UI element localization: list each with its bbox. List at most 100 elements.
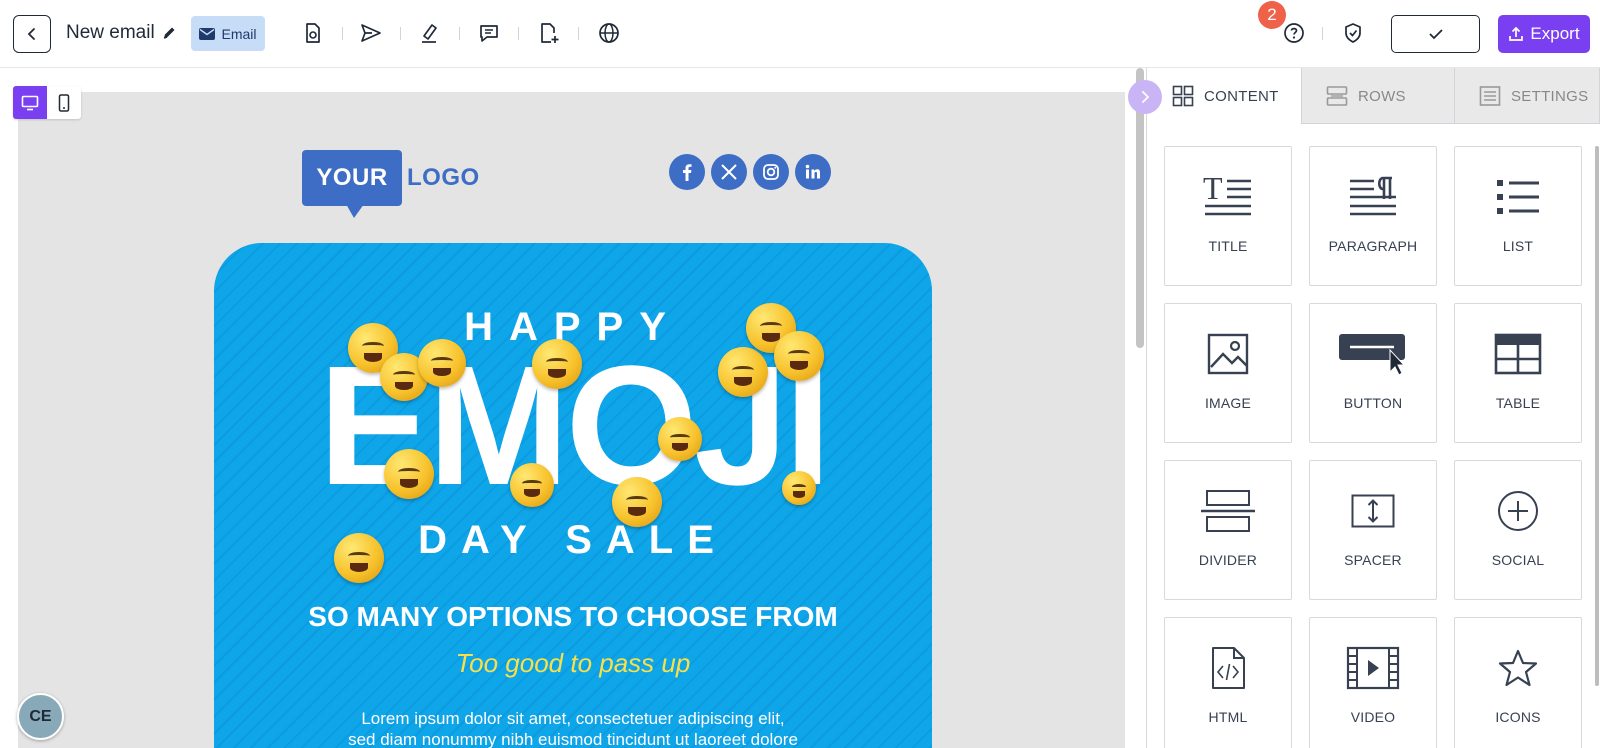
mail-icon xyxy=(199,27,216,40)
emoji-face-icon xyxy=(334,533,384,583)
block-label: TABLE xyxy=(1495,395,1541,411)
emoji-face-icon xyxy=(774,331,824,381)
export-button[interactable]: Export xyxy=(1498,15,1590,53)
back-button[interactable] xyxy=(13,15,51,53)
email-type-label: Email xyxy=(221,25,257,42)
hero-day-sale-text: DAY SALE xyxy=(418,518,728,562)
button-icon xyxy=(1339,334,1406,376)
block-button[interactable]: BUTTON xyxy=(1309,303,1437,443)
block-icons[interactable]: ICONS xyxy=(1454,617,1582,748)
block-html[interactable]: HTML xyxy=(1164,617,1292,748)
file-settings-icon xyxy=(306,23,320,43)
instagram-icon[interactable] xyxy=(753,154,789,190)
email-canvas: YOUR LOGO HAPPY EMOJI DAY SALE SO MANY O… xyxy=(0,68,1148,748)
logo-mark: YOUR xyxy=(302,150,402,218)
toolbar-separator xyxy=(518,27,519,40)
block-divider[interactable]: DIVIDER xyxy=(1164,460,1292,600)
block-label: BUTTON xyxy=(1343,395,1403,411)
tab-rows[interactable]: ROWS xyxy=(1302,68,1455,124)
panel-divider xyxy=(1146,68,1147,748)
preview-file-button[interactable] xyxy=(300,20,326,46)
block-label: LIST xyxy=(1502,238,1534,254)
block-label: SPACER xyxy=(1344,552,1402,568)
device-toggle xyxy=(13,86,81,119)
toolbar-separator xyxy=(578,27,579,40)
block-label: VIDEO xyxy=(1350,709,1396,725)
language-button[interactable] xyxy=(596,20,622,46)
block-table[interactable]: TABLE xyxy=(1454,303,1582,443)
toolbar-separator xyxy=(400,27,401,40)
emoji-face-icon xyxy=(782,471,816,505)
upload-icon xyxy=(1509,26,1524,41)
block-list[interactable]: LIST xyxy=(1454,146,1582,286)
collapse-panel-button[interactable] xyxy=(1128,80,1162,114)
block-label: TITLE xyxy=(1208,238,1248,254)
block-label: SOCIAL xyxy=(1491,552,1545,568)
hero-body-line: Lorem ipsum dolor sit amet, consectetuer… xyxy=(361,709,785,728)
panel-scrollbar[interactable] xyxy=(1595,146,1599,686)
block-title[interactable]: T TITLE xyxy=(1164,146,1292,286)
hero-body-text: Lorem ipsum dolor sit amet, consectetuer… xyxy=(214,708,932,748)
emoji-face-icon xyxy=(384,449,434,499)
svg-text:T: T xyxy=(1203,175,1223,206)
hero-banner[interactable]: HAPPY EMOJI DAY SALE SO MANY OPTIONS TO … xyxy=(214,243,932,748)
emoji-face-icon xyxy=(532,339,582,389)
block-label: HTML xyxy=(1208,709,1248,725)
emoji-face-icon xyxy=(718,347,768,397)
table-icon xyxy=(1494,333,1542,375)
send-test-button[interactable] xyxy=(358,20,384,46)
desktop-view-button[interactable] xyxy=(13,86,47,119)
tab-rows-label: ROWS xyxy=(1358,87,1406,105)
toolbar-separator xyxy=(342,27,343,40)
security-check-button[interactable] xyxy=(1340,20,1366,46)
linkedin-icon[interactable] xyxy=(795,154,831,190)
tab-settings[interactable]: SETTINGS xyxy=(1455,68,1600,124)
question-circle-icon xyxy=(1284,23,1304,43)
comment-icon xyxy=(480,25,498,42)
export-label: Export xyxy=(1530,24,1580,43)
paragraph-icon xyxy=(1350,176,1396,216)
help-button[interactable] xyxy=(1281,20,1307,46)
edit-button[interactable] xyxy=(416,20,442,46)
block-paragraph[interactable]: PARAGRAPH xyxy=(1309,146,1437,286)
send-icon xyxy=(361,24,381,42)
desktop-icon xyxy=(21,95,39,110)
top-toolbar: New email Email 2 Export xyxy=(0,0,1600,68)
globe-icon xyxy=(599,23,619,43)
list-icon xyxy=(1497,180,1539,214)
grid-icon xyxy=(1172,85,1194,107)
file-plus-icon xyxy=(541,23,559,43)
block-spacer[interactable]: SPACER xyxy=(1309,460,1437,600)
tab-content[interactable]: CONTENT xyxy=(1148,68,1302,124)
block-label: PARAGRAPH xyxy=(1328,238,1418,254)
video-icon xyxy=(1346,646,1400,690)
mobile-icon xyxy=(58,93,70,112)
chevron-right-icon xyxy=(1142,91,1150,103)
avatar[interactable]: CE xyxy=(17,693,64,740)
add-page-button[interactable] xyxy=(536,20,562,46)
content-panel: CONTENT ROWS SETTINGS T TITLE PARAGRAPH … xyxy=(1148,68,1600,748)
comments-button[interactable] xyxy=(476,20,502,46)
image-icon xyxy=(1207,333,1249,375)
pencil-icon[interactable] xyxy=(161,25,177,41)
facebook-icon[interactable] xyxy=(669,154,705,190)
block-video[interactable]: VIDEO xyxy=(1309,617,1437,748)
block-label: DIVIDER xyxy=(1198,552,1258,568)
mobile-view-button[interactable] xyxy=(47,86,81,119)
logo[interactable]: YOUR LOGO xyxy=(302,150,480,218)
email-type-tag: Email xyxy=(191,16,265,51)
highlighter-icon xyxy=(422,24,437,43)
block-social[interactable]: SOCIAL xyxy=(1454,460,1582,600)
html-icon xyxy=(1212,647,1245,689)
emoji-face-icon xyxy=(612,477,662,527)
panel-tabs: CONTENT ROWS SETTINGS xyxy=(1148,68,1600,124)
save-button[interactable] xyxy=(1391,15,1480,53)
block-label: ICONS xyxy=(1495,709,1541,725)
email-title[interactable]: New email xyxy=(66,22,177,44)
block-image[interactable]: IMAGE xyxy=(1164,303,1292,443)
spacer-icon xyxy=(1351,494,1395,528)
x-icon[interactable] xyxy=(711,154,747,190)
email-title-text: New email xyxy=(66,22,155,43)
hero-tagline: Too good to pass up xyxy=(455,648,691,678)
star-icon xyxy=(1498,649,1538,687)
